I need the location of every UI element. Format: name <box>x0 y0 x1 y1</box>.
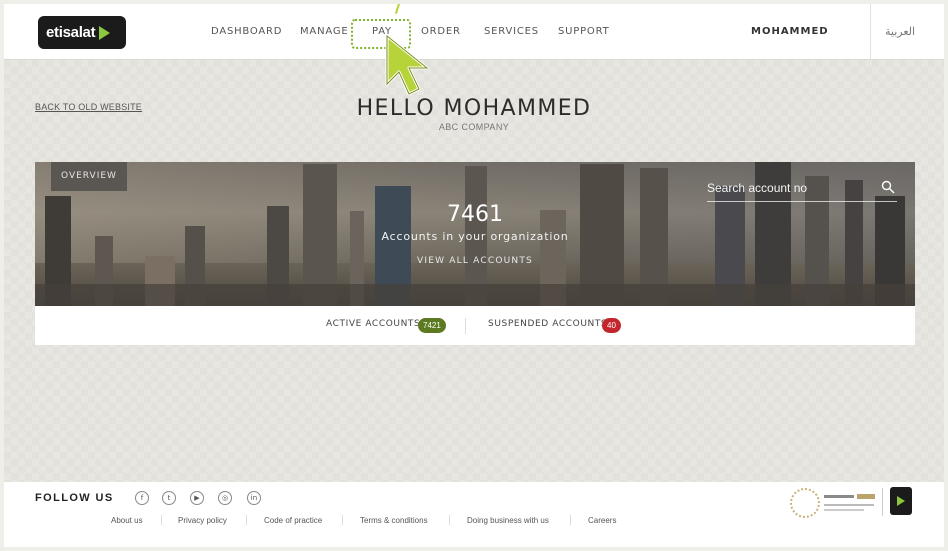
view-all-accounts-link[interactable]: VIEW ALL ACCOUNTS <box>35 256 915 266</box>
language-toggle[interactable]: العربية <box>885 25 915 38</box>
account-count-label: Accounts in your organization <box>381 230 569 243</box>
footer-link-code-of-practice[interactable]: Code of practice <box>264 516 322 525</box>
twitter-icon[interactable]: t <box>162 491 176 505</box>
company-name: ABC COMPANY <box>438 122 510 132</box>
footer-separator <box>570 515 571 525</box>
nav-dashboard[interactable]: DASHBOARD <box>211 26 282 37</box>
footer-logo-divider <box>882 488 883 516</box>
footer-link-privacy-policy[interactable]: Privacy policy <box>178 516 227 525</box>
footer-link-doing-business[interactable]: Doing business with us <box>467 516 549 525</box>
facebook-icon[interactable]: f <box>135 491 149 505</box>
account-search <box>707 176 897 202</box>
header-divider <box>870 4 871 60</box>
account-stats-bar: ACTIVE ACCOUNTS 7421 SUSPENDED ACCOUNTS … <box>35 306 915 345</box>
top-navigation-bar: etisalat DASHBOARD MANAGE PAY ORDER SERV… <box>4 4 944 60</box>
page: etisalat DASHBOARD MANAGE PAY ORDER SERV… <box>4 4 944 547</box>
etisalat-logo[interactable]: etisalat <box>38 16 126 49</box>
footer: FOLLOW US f t ▶ ◎ in About us Privacy po… <box>4 482 944 547</box>
footer-separator <box>449 515 450 525</box>
logo-arrow-icon <box>99 25 111 40</box>
expo-2020-wordmark <box>824 494 875 511</box>
overview-hero: OVERVIEW 7461 Accounts in your organizat… <box>35 162 915 306</box>
stats-divider <box>465 318 466 334</box>
nav-manage[interactable]: MANAGE <box>300 26 348 37</box>
footer-separator <box>161 515 162 525</box>
account-count: 7461 <box>447 202 503 227</box>
youtube-icon[interactable]: ▶ <box>190 491 204 505</box>
footer-link-terms-conditions[interactable]: Terms & conditions <box>360 516 428 525</box>
instagram-icon[interactable]: ◎ <box>218 491 232 505</box>
nav-support[interactable]: SUPPORT <box>558 26 610 37</box>
footer-link-careers[interactable]: Careers <box>588 516 616 525</box>
active-accounts-label[interactable]: ACTIVE ACCOUNTS <box>326 319 420 329</box>
follow-us-label: FOLLOW US <box>35 492 114 504</box>
active-accounts-badge: 7421 <box>418 318 446 333</box>
footer-link-about-us[interactable]: About us <box>111 516 143 525</box>
search-icon[interactable] <box>881 180 895 194</box>
skyline-base <box>35 284 915 306</box>
logo-text: etisalat <box>46 24 96 41</box>
etisalat-footer-logo-icon <box>890 487 912 515</box>
expo-2020-logo-text <box>824 492 876 518</box>
overview-tab[interactable]: OVERVIEW <box>51 162 127 191</box>
pointer-cursor-icon <box>385 34 429 96</box>
user-menu[interactable]: MOHAMMED <box>751 26 829 37</box>
linkedin-icon[interactable]: in <box>247 491 261 505</box>
expo-2020-logo-icon <box>790 488 820 518</box>
suspended-accounts-label[interactable]: SUSPENDED ACCOUNTS <box>488 319 607 329</box>
footer-separator <box>246 515 247 525</box>
search-account-input[interactable] <box>707 178 872 198</box>
footer-separator <box>342 515 343 525</box>
nav-services[interactable]: SERVICES <box>484 26 539 37</box>
greeting-title: HELLO MOHAMMED <box>356 96 592 121</box>
suspended-accounts-badge: 40 <box>602 318 621 333</box>
